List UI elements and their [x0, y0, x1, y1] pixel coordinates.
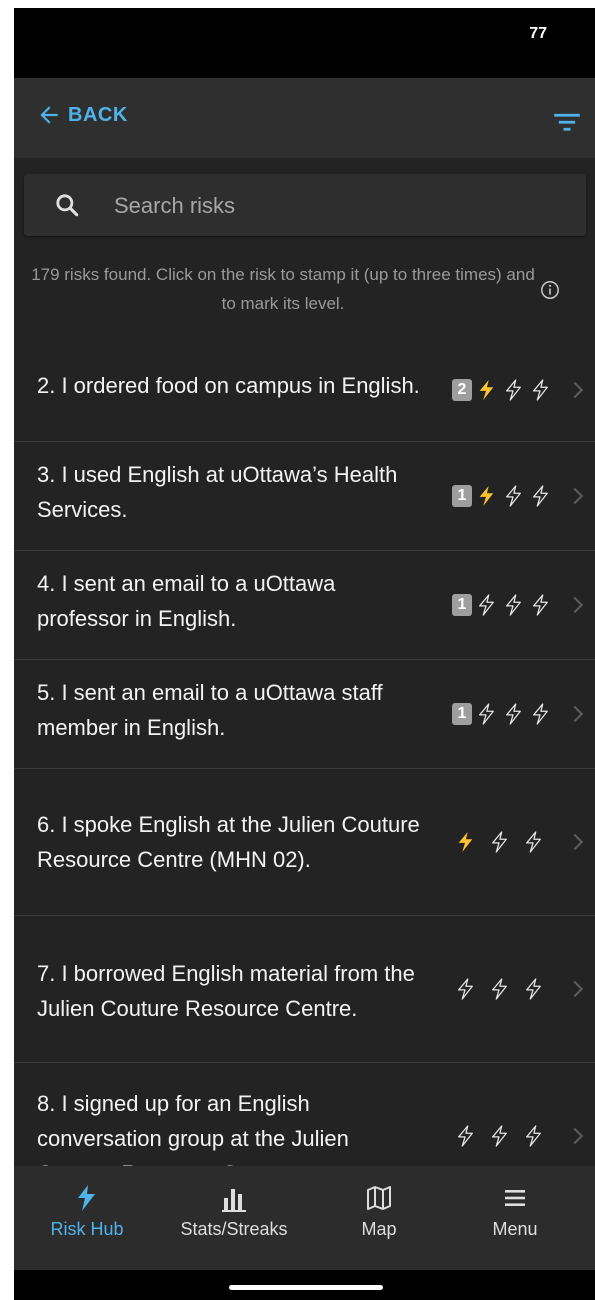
risk-text: 4. I sent an email to a uOttawa professo… [37, 571, 336, 631]
nav-tab-label: Stats/Streaks [180, 1219, 288, 1239]
risk-row[interactable]: 3. I used English at uOttawa’s Health Se… [14, 442, 595, 551]
bolt-icon [78, 1185, 95, 1211]
stamp-count-badge: 1 [452, 703, 472, 725]
risk-level-controls [455, 916, 595, 1062]
nav-tab-menu[interactable]: Menu [450, 1166, 580, 1270]
top-app-bar: BACK [14, 78, 595, 158]
chevron-right-icon [573, 596, 584, 614]
bar-chart-icon [222, 1189, 246, 1212]
risk-row[interactable]: 2. I ordered food on campus in English. 2 [14, 338, 595, 442]
chevron-right-icon [573, 487, 584, 505]
filter-icon[interactable] [553, 110, 581, 134]
chevron-right-icon [573, 980, 584, 998]
bolt-outline-icon[interactable] [523, 830, 543, 854]
risk-text: 6. I spoke English at the Julien Couture… [37, 812, 420, 872]
bolt-outline-icon[interactable] [530, 702, 550, 726]
bolt-outline-icon[interactable] [530, 593, 550, 617]
nav-tab-stats-streaks[interactable]: Stats/Streaks [164, 1166, 304, 1270]
bolt-outline-icon[interactable] [530, 484, 550, 508]
search-icon [56, 194, 79, 217]
bolt-outline-icon[interactable] [503, 378, 523, 402]
stamp-count-badge: 1 [452, 485, 472, 507]
nav-tab-label: Menu [492, 1219, 538, 1239]
menu-icon [505, 1190, 525, 1206]
risk-row[interactable]: 6. I spoke English at the Julien Couture… [14, 769, 595, 916]
risk-level-controls: 1 [452, 551, 595, 659]
bolt-outline-icon[interactable] [503, 593, 523, 617]
bolt-outline-icon[interactable] [489, 1124, 509, 1148]
back-label: BACK [68, 103, 128, 126]
chevron-right-icon [573, 705, 584, 723]
chevron-right-icon [573, 833, 584, 851]
info-icon[interactable] [540, 280, 560, 300]
risk-level-controls: 2 [452, 338, 595, 441]
risk-row[interactable]: 4. I sent an email to a uOttawa professo… [14, 551, 595, 660]
risk-row[interactable]: 5. I sent an email to a uOttawa staff me… [14, 660, 595, 769]
bolt-filled-icon[interactable] [476, 378, 496, 402]
bolt-filled-icon[interactable] [476, 484, 496, 508]
risk-text: 5. I sent an email to a uOttawa staff me… [37, 680, 383, 740]
bolt-outline-icon[interactable] [523, 977, 543, 1001]
arrow-left-icon [40, 106, 58, 124]
risk-level-controls [439, 769, 595, 915]
risk-row[interactable]: 7. I borrowed English material from the … [14, 916, 595, 1063]
search-bar[interactable] [24, 174, 586, 236]
battery-level: 77 [529, 25, 547, 42]
bolt-outline-icon[interactable] [476, 702, 496, 726]
back-button[interactable]: BACK [36, 102, 128, 128]
risk-level-controls: 1 [452, 442, 595, 550]
risk-text: 3. I used English at uOttawa’s Health Se… [37, 462, 398, 522]
nav-tab-label: Map [361, 1219, 397, 1239]
bolt-outline-icon[interactable] [489, 830, 509, 854]
bolt-outline-icon[interactable] [503, 484, 523, 508]
stamp-count-badge: 2 [452, 378, 472, 401]
bolt-outline-icon[interactable] [503, 702, 523, 726]
bolt-outline-icon[interactable] [489, 977, 509, 1001]
bolt-outline-icon[interactable] [476, 593, 496, 617]
bolt-outline-icon[interactable] [455, 977, 475, 1001]
chevron-right-icon [573, 1127, 584, 1145]
bolt-outline-icon[interactable] [530, 378, 550, 402]
risk-text: 7. I borrowed English material from the … [37, 961, 415, 1021]
search-input[interactable] [112, 188, 556, 224]
bottom-navigation: Risk Hub Stats/Streaks Map Menu [14, 1166, 595, 1270]
nav-tab-risk-hub[interactable]: Risk Hub [32, 1166, 142, 1270]
map-icon [367, 1186, 391, 1210]
results-info-text: 179 risks found. Click on the risk to st… [31, 265, 535, 313]
risk-list: 2. I ordered food on campus in English. 2… [14, 338, 595, 1210]
nav-tab-map[interactable]: Map [334, 1166, 424, 1270]
chevron-right-icon [573, 381, 584, 398]
bolt-outline-icon[interactable] [523, 1124, 543, 1148]
stamp-count-badge: 1 [452, 594, 472, 616]
bolt-outline-icon[interactable] [455, 1124, 475, 1148]
status-bar: 77 [14, 8, 595, 78]
bolt-filled-icon[interactable] [455, 830, 475, 854]
nav-tab-label: Risk Hub [50, 1219, 124, 1239]
risk-text: 2. I ordered food on campus in English. [37, 373, 420, 398]
app-screen: 77 BACK 179 risks found. Click on the ri… [14, 8, 595, 1300]
risk-level-controls: 1 [452, 660, 595, 768]
home-indicator[interactable] [229, 1285, 383, 1290]
